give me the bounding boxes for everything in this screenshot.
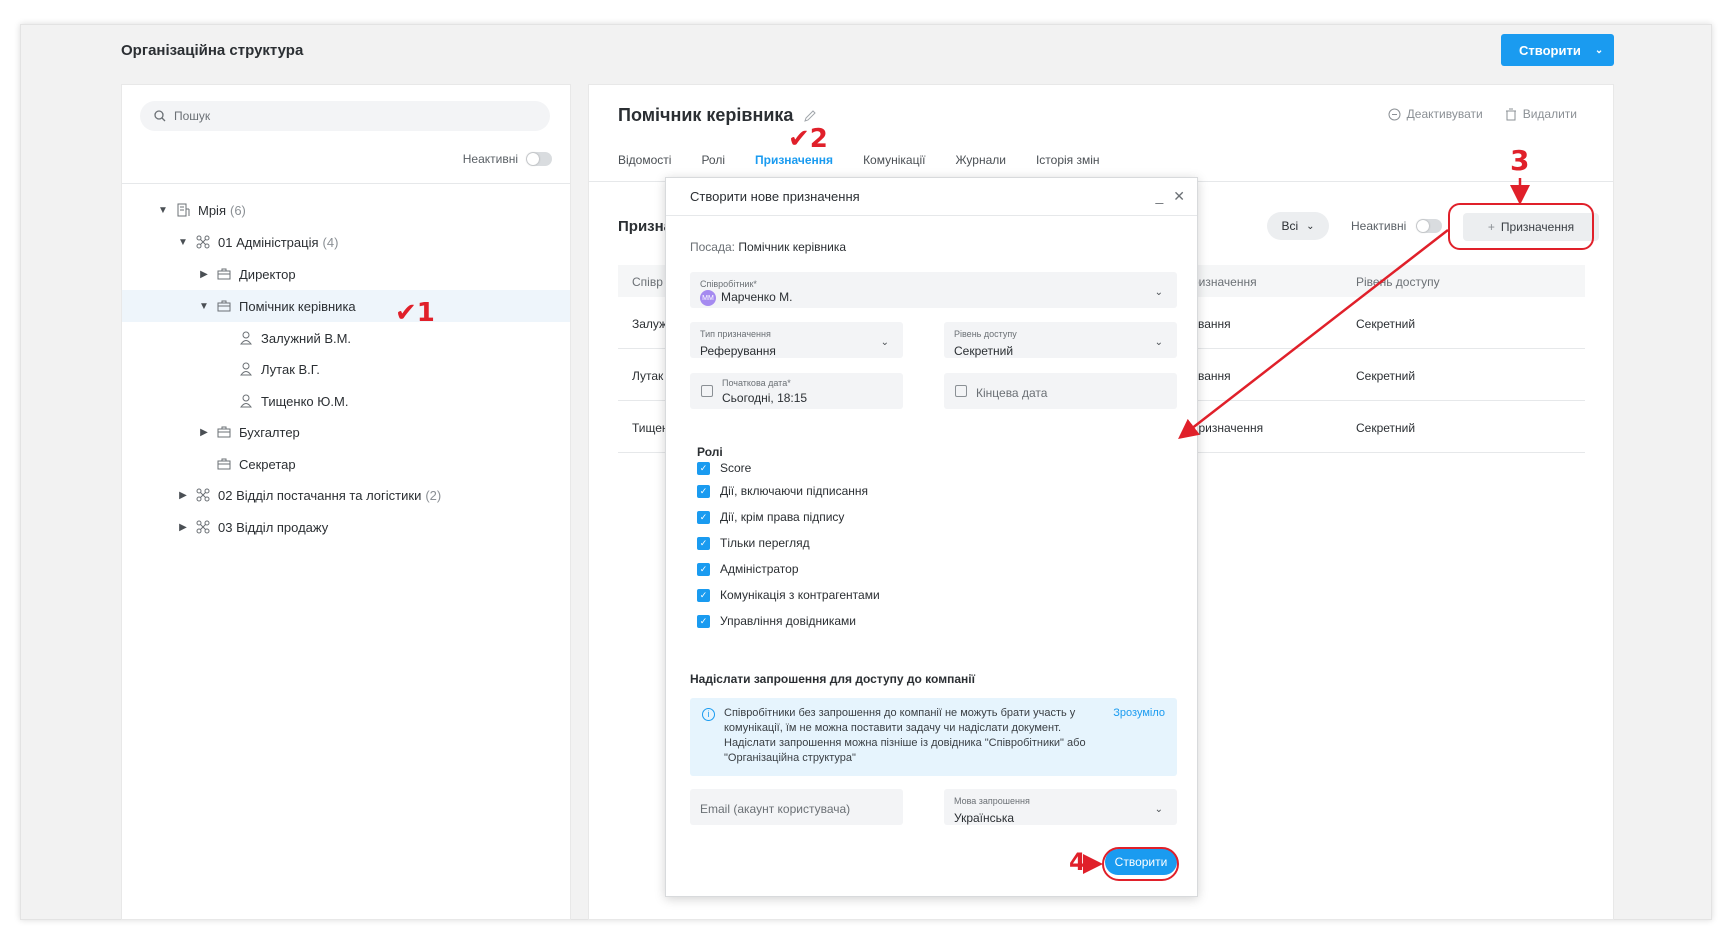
annotation-arrows	[1083, 178, 1530, 874]
annotation-arrow	[1178, 229, 1449, 440]
